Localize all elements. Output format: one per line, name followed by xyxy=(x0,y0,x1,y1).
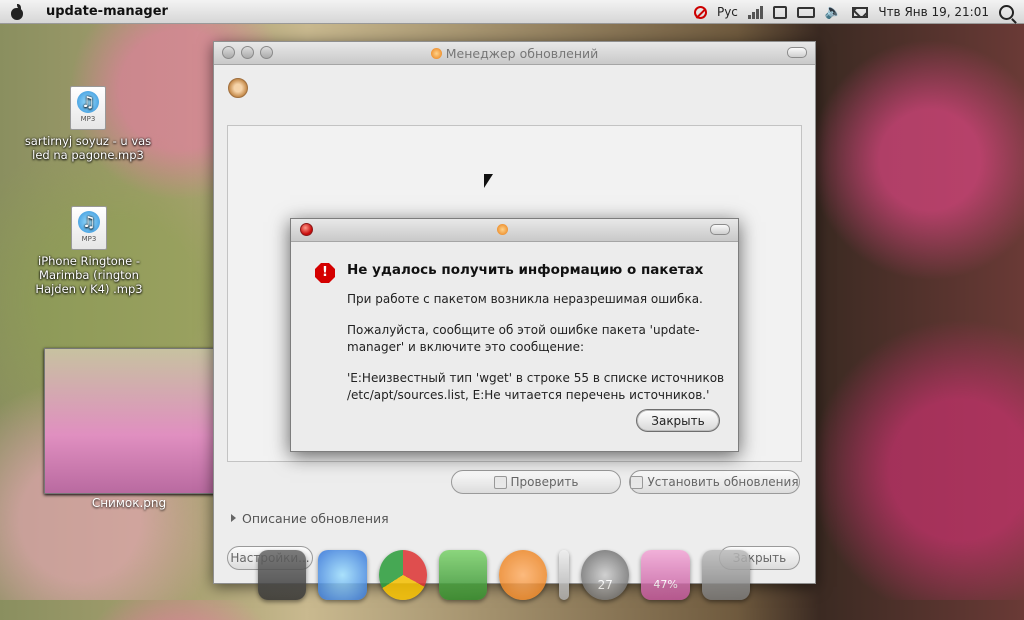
update-manager-icon xyxy=(497,224,508,235)
search-icon[interactable] xyxy=(999,4,1014,20)
top-panel: update-manager Рус 🔈 Чтв Янв 19, 21:01 xyxy=(0,0,1024,24)
dock-terminal-icon[interactable] xyxy=(258,550,307,600)
system-tray: Рус 🔈 Чтв Янв 19, 21:01 xyxy=(693,0,1018,24)
desktop-file-label: Снимок.png xyxy=(91,496,167,510)
desktop-file-label: sartirnyj soyuz - u vas led na pagone.mp… xyxy=(24,134,152,162)
dock: 27 47% xyxy=(252,538,751,600)
error-dialog: ! Не удалось получить информацию о пакет… xyxy=(290,218,739,452)
keyboard-layout-indicator[interactable]: Рус xyxy=(717,5,738,19)
active-app-name[interactable]: update-manager xyxy=(46,4,168,19)
dock-chrome-icon[interactable] xyxy=(378,550,427,600)
music-file-icon: ♫ MP3 xyxy=(71,206,107,250)
update-manager-icon xyxy=(430,48,442,59)
window-indicator-icon[interactable] xyxy=(772,5,787,19)
dock-trash-icon[interactable] xyxy=(701,550,751,600)
update-description-expander[interactable]: Описание обновления xyxy=(231,511,389,526)
check-button[interactable]: Проверить xyxy=(451,470,621,494)
music-file-icon: ♫ MP3 xyxy=(70,86,106,130)
battery-icon[interactable] xyxy=(796,6,815,18)
window-titlebar[interactable]: Менеджер обновлений xyxy=(214,42,815,65)
dialog-title: Не удалось получить информацию о пакетах xyxy=(347,262,704,278)
dock-pidgin-icon[interactable] xyxy=(438,550,488,600)
dialog-titlebar[interactable] xyxy=(291,219,738,242)
dock-monitor-item[interactable]: 47% xyxy=(641,550,690,600)
mail-icon[interactable] xyxy=(852,6,869,18)
desktop-file-mp3[interactable]: ♫ MP3 sartirnyj soyuz - u vas led na pago… xyxy=(18,86,158,162)
dialog-close-icon[interactable] xyxy=(300,223,313,236)
toolbar-toggle-button[interactable] xyxy=(787,47,807,58)
checkmark-icon xyxy=(630,475,644,489)
volume-icon[interactable]: 🔈 xyxy=(825,4,842,20)
error-line-2: Пожалуйста, сообщите об этой ошибке паке… xyxy=(347,323,700,354)
install-updates-button[interactable]: Установить обновления xyxy=(629,470,800,494)
dock-itunes-icon[interactable] xyxy=(318,550,367,600)
dock-badge-item[interactable]: 27 xyxy=(581,550,630,600)
update-manager-logo-icon xyxy=(228,78,248,98)
desktop-file-mp3[interactable]: ♫ MP3 iPhone Ringtone - Marimba (rington … xyxy=(18,206,160,296)
dialog-message: При работе с пакетом возникла неразрешим… xyxy=(347,291,727,418)
error-line-3: 'E:Неизвестный тип 'wget' в строке 55 в … xyxy=(347,371,725,402)
dock-update-manager-icon[interactable] xyxy=(499,550,548,600)
error-icon: ! xyxy=(315,263,335,283)
dialog-close-button[interactable]: Закрыть xyxy=(636,409,720,432)
clock[interactable]: Чтв Янв 19, 21:01 xyxy=(878,5,989,19)
apple-menu-icon[interactable] xyxy=(10,3,24,20)
disclosure-triangle-icon xyxy=(231,514,236,522)
network-signal-icon[interactable] xyxy=(747,5,763,19)
window-title: Менеджер обновлений xyxy=(214,46,815,61)
screenshot-thumbnail[interactable] xyxy=(44,348,216,494)
refresh-icon xyxy=(493,475,507,489)
error-line-1: При работе с пакетом возникла неразрешим… xyxy=(347,292,703,306)
desktop-file-label: iPhone Ringtone - Marimba (rington Hajde… xyxy=(35,254,143,296)
no-entry-icon[interactable] xyxy=(693,5,707,19)
dialog-toolbar-toggle[interactable] xyxy=(710,224,730,235)
dock-separator xyxy=(559,550,570,600)
